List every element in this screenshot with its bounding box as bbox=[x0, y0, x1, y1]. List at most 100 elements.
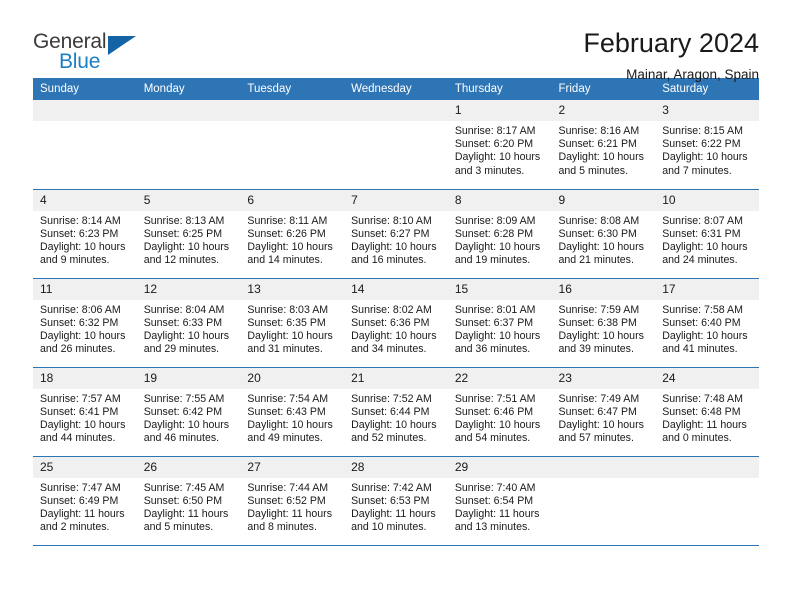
day-number: 3 bbox=[655, 100, 759, 121]
sunset-text: Sunset: 6:43 PM bbox=[247, 405, 326, 418]
day-number: 11 bbox=[33, 278, 137, 300]
sunrise-text: Sunrise: 7:51 AM bbox=[454, 392, 536, 405]
calendar-day-cell[interactable]: 20 Sunrise: 7:54 AM Sunset: 6:43 PM Dayligh… bbox=[240, 367, 345, 457]
calendar-day-cell[interactable]: 11 Sunrise: 8:06 AM Sunset: 6:32 PM Dayligh… bbox=[33, 278, 137, 368]
calendar-day-cell[interactable]: 5 Sunrise: 8:13 AM Sunset: 6:25 PM Daylight… bbox=[136, 189, 241, 279]
day-number: 15 bbox=[447, 278, 552, 300]
calendar-day-cell[interactable]: 28 Sunrise: 7:42 AM Sunset: 6:53 PM Dayligh… bbox=[344, 456, 448, 546]
daylight-text-line1: Daylight: 10 hours bbox=[143, 418, 230, 431]
sunrise-text: Sunrise: 8:10 AM bbox=[351, 214, 432, 227]
daylight-text-line2: and 52 minutes. bbox=[351, 432, 427, 445]
daylight-text-line2: and 26 minutes. bbox=[40, 343, 116, 356]
daylight-text-line1: Daylight: 10 hours bbox=[40, 240, 126, 253]
calendar-day-cell[interactable]: 18 Sunrise: 7:57 AM Sunset: 6:41 PM Dayligh… bbox=[33, 367, 137, 457]
daylight-text-line1: Daylight: 10 hours bbox=[662, 240, 748, 253]
day-cell-inner: 11 Sunrise: 8:06 AM Sunset: 6:32 PM Dayligh… bbox=[33, 278, 137, 367]
sun-info: Sunrise: 8:14 AM Sunset: 6:23 PM Daylight:… bbox=[33, 211, 137, 268]
calendar-day-cell[interactable]: 19 Sunrise: 7:55 AM Sunset: 6:42 PM Dayligh… bbox=[136, 367, 241, 457]
sunrise-text: Sunrise: 8:08 AM bbox=[558, 214, 640, 227]
calendar-day-cell[interactable]: 13 Sunrise: 8:03 AM Sunset: 6:35 PM Dayligh… bbox=[240, 278, 345, 368]
calendar-day-cell[interactable]: 17 Sunrise: 7:58 AM Sunset: 6:40 PM Dayligh… bbox=[655, 278, 759, 368]
sunrise-text: Sunrise: 7:48 AM bbox=[662, 392, 743, 405]
daylight-text-line1: Daylight: 10 hours bbox=[40, 418, 126, 431]
daylight-text-line1: Daylight: 11 hours bbox=[454, 507, 540, 520]
daylight-text-line2: and 54 minutes. bbox=[454, 432, 531, 445]
day-cell-inner: 5 Sunrise: 8:13 AM Sunset: 6:25 PM Daylight… bbox=[136, 189, 241, 278]
sunset-text: Sunset: 6:49 PM bbox=[40, 494, 119, 507]
daylight-text-line2: and 14 minutes. bbox=[247, 254, 323, 267]
daylight-text-line1: Daylight: 10 hours bbox=[558, 151, 644, 164]
calendar-day-cell[interactable]: 15 Sunrise: 8:01 AM Sunset: 6:37 PM Dayligh… bbox=[447, 278, 552, 368]
sun-info: Sunrise: 7:55 AM Sunset: 6:42 PM Daylight:… bbox=[137, 389, 241, 446]
calendar-day-cell[interactable]: 21 Sunrise: 7:52 AM Sunset: 6:44 PM Dayligh… bbox=[344, 367, 448, 457]
sunrise-text: Sunrise: 8:16 AM bbox=[558, 125, 640, 137]
daylight-text-line1: Daylight: 10 hours bbox=[351, 418, 437, 431]
daylight-text-line1: Daylight: 10 hours bbox=[247, 329, 333, 342]
sun-info: Sunrise: 8:17 AM Sunset: 6:20 PM Daylight:… bbox=[448, 121, 552, 178]
day-number: 21 bbox=[344, 367, 448, 389]
day-cell-inner: 12 Sunrise: 8:04 AM Sunset: 6:33 PM Dayligh… bbox=[136, 278, 241, 367]
sun-info: Sunrise: 8:07 AM Sunset: 6:31 PM Daylight:… bbox=[655, 211, 759, 268]
day-cell-inner: 20 Sunrise: 7:54 AM Sunset: 6:43 PM Dayligh… bbox=[240, 367, 345, 456]
calendar-day-cell[interactable]: 24 Sunrise: 7:48 AM Sunset: 6:48 PM Dayligh… bbox=[655, 367, 759, 457]
calendar-day-cell[interactable]: 1 Sunrise: 8:17 AM Sunset: 6:20 PM Daylight… bbox=[447, 100, 552, 190]
day-cell-inner bbox=[344, 100, 448, 189]
page-header: General Blue February 2024 Mainar, Arago… bbox=[33, 0, 759, 82]
day-number bbox=[136, 100, 241, 121]
calendar-day-cell[interactable]: 25 Sunrise: 7:47 AM Sunset: 6:49 PM Dayligh… bbox=[33, 456, 137, 546]
calendar-day-cell[interactable]: 22 Sunrise: 7:51 AM Sunset: 6:46 PM Dayligh… bbox=[447, 367, 552, 457]
sunset-text: Sunset: 6:30 PM bbox=[558, 227, 637, 240]
day-number: 27 bbox=[240, 456, 345, 478]
sun-info: Sunrise: 8:11 AM Sunset: 6:26 PM Daylight:… bbox=[240, 211, 344, 268]
calendar-day-cell[interactable]: 29 Sunrise: 7:40 AM Sunset: 6:54 PM Dayligh… bbox=[447, 456, 552, 546]
sun-info: Sunrise: 7:52 AM Sunset: 6:44 PM Daylight:… bbox=[344, 389, 448, 446]
sunset-text: Sunset: 6:48 PM bbox=[662, 405, 741, 418]
daylight-text-line2: and 5 minutes. bbox=[143, 521, 214, 534]
logo-text-blue: Blue bbox=[59, 50, 101, 73]
day-cell-inner: 26 Sunrise: 7:45 AM Sunset: 6:50 PM Dayligh… bbox=[136, 456, 241, 545]
calendar-day-cell[interactable]: 8 Sunrise: 8:09 AM Sunset: 6:28 PM Daylight… bbox=[447, 189, 552, 279]
day-cell-inner: 25 Sunrise: 7:47 AM Sunset: 6:49 PM Dayligh… bbox=[33, 456, 137, 545]
calendar-day-cell[interactable]: 16 Sunrise: 7:59 AM Sunset: 6:38 PM Dayligh… bbox=[551, 278, 656, 368]
page-title: February 2024 bbox=[583, 28, 759, 58]
sunset-text: Sunset: 6:37 PM bbox=[454, 316, 534, 329]
calendar-day-cell[interactable]: 2 Sunrise: 8:16 AM Sunset: 6:21 PM Daylight… bbox=[551, 100, 656, 190]
calendar-day-cell[interactable]: 26 Sunrise: 7:45 AM Sunset: 6:50 PM Dayligh… bbox=[136, 456, 241, 546]
general-blue-logo[interactable]: General Blue bbox=[33, 28, 153, 80]
calendar-day-cell[interactable]: 12 Sunrise: 8:04 AM Sunset: 6:33 PM Dayligh… bbox=[136, 278, 241, 368]
sunset-text: Sunset: 6:47 PM bbox=[558, 405, 637, 418]
daylight-text-line2: and 7 minutes. bbox=[662, 164, 732, 177]
sun-info: Sunrise: 7:45 AM Sunset: 6:50 PM Daylight:… bbox=[137, 478, 241, 535]
daylight-text-line1: Daylight: 10 hours bbox=[247, 240, 333, 253]
calendar-empty-cell bbox=[344, 100, 448, 190]
sun-info: Sunrise: 7:42 AM Sunset: 6:53 PM Daylight:… bbox=[344, 478, 448, 535]
day-cell-inner bbox=[240, 100, 345, 189]
calendar-table: Sunday Monday Tuesday Wednesday Thursday… bbox=[33, 78, 759, 546]
day-number: 1 bbox=[447, 100, 552, 121]
calendar-day-cell[interactable]: 9 Sunrise: 8:08 AM Sunset: 6:30 PM Daylight… bbox=[551, 189, 656, 279]
day-cell-inner: 14 Sunrise: 8:02 AM Sunset: 6:36 PM Dayligh… bbox=[344, 278, 448, 367]
day-number: 12 bbox=[136, 278, 241, 300]
calendar-day-cell[interactable]: 4 Sunrise: 8:14 AM Sunset: 6:23 PM Daylight… bbox=[33, 189, 137, 279]
sunset-text: Sunset: 6:32 PM bbox=[40, 316, 119, 329]
calendar-day-cell[interactable]: 3 Sunrise: 8:15 AM Sunset: 6:22 PM Daylight… bbox=[655, 100, 759, 190]
sunrise-text: Sunrise: 7:54 AM bbox=[247, 392, 329, 405]
day-number bbox=[33, 100, 137, 121]
calendar-day-cell[interactable]: 6 Sunrise: 8:11 AM Sunset: 6:26 PM Daylight… bbox=[240, 189, 345, 279]
daylight-text-line1: Daylight: 10 hours bbox=[351, 329, 437, 342]
sunset-text: Sunset: 6:53 PM bbox=[351, 494, 430, 507]
day-number: 4 bbox=[33, 189, 137, 211]
calendar-day-cell[interactable]: 14 Sunrise: 8:02 AM Sunset: 6:36 PM Dayligh… bbox=[344, 278, 448, 368]
calendar-day-cell[interactable]: 10 Sunrise: 8:07 AM Sunset: 6:31 PM Dayligh… bbox=[655, 189, 759, 279]
calendar-day-cell[interactable]: 7 Sunrise: 8:10 AM Sunset: 6:27 PM Daylight… bbox=[344, 189, 448, 279]
sunrise-text: Sunrise: 8:03 AM bbox=[247, 303, 329, 316]
daylight-text-line2: and 2 minutes. bbox=[40, 521, 110, 534]
daylight-text-line1: Daylight: 10 hours bbox=[454, 418, 541, 431]
calendar-day-cell[interactable]: 23 Sunrise: 7:49 AM Sunset: 6:47 PM Dayligh… bbox=[551, 367, 656, 457]
sunset-text: Sunset: 6:54 PM bbox=[454, 494, 534, 507]
sun-info: Sunrise: 7:44 AM Sunset: 6:52 PM Daylight:… bbox=[240, 478, 344, 535]
sun-info: Sunrise: 7:59 AM Sunset: 6:38 PM Daylight:… bbox=[552, 300, 656, 357]
sun-info: Sunrise: 8:15 AM Sunset: 6:22 PM Daylight:… bbox=[655, 121, 759, 178]
day-cell-inner bbox=[136, 100, 241, 189]
calendar-day-cell[interactable]: 27 Sunrise: 7:44 AM Sunset: 6:52 PM Dayligh… bbox=[240, 456, 345, 546]
